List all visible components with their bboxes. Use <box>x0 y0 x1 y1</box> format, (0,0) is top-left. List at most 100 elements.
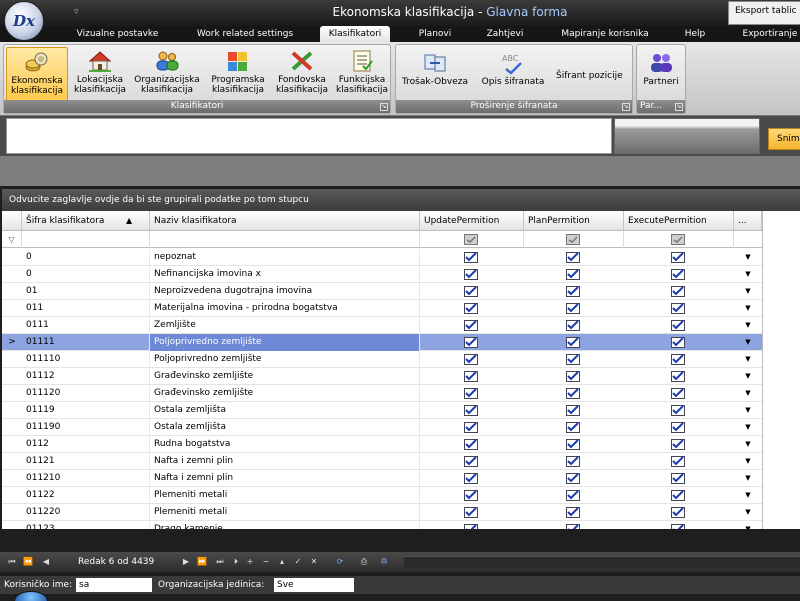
update-permission-checkbox[interactable] <box>464 422 478 433</box>
table-row[interactable]: 011 Materijalna imovina - prirodna bogats… <box>2 300 762 317</box>
plan-permission-checkbox[interactable] <box>566 490 580 501</box>
partneri-button[interactable]: Partneri <box>639 49 683 103</box>
cell-naziv[interactable]: nepoznat <box>150 249 420 266</box>
prev-record-icon[interactable]: ◀ <box>40 555 52 569</box>
lokacijska-klasifikacija-button[interactable]: Lokacijska klasifikacija <box>70 47 130 101</box>
filter-cell-sifra[interactable] <box>22 231 150 248</box>
update-permission-checkbox[interactable] <box>464 405 478 416</box>
cell-sifra[interactable]: 011 <box>22 300 150 317</box>
dialog-launcher-icon[interactable]: ↘ <box>675 103 683 111</box>
cell-naziv[interactable]: Nafta i zemni plin <box>150 453 420 470</box>
tab-help[interactable]: Help <box>675 26 715 42</box>
plan-permission-checkbox[interactable] <box>566 439 580 450</box>
row-dropdown-icon[interactable]: ▼ <box>734 487 762 504</box>
row-dropdown-icon[interactable]: ▼ <box>734 300 762 317</box>
cancel-edit-icon[interactable]: ✕ <box>308 555 320 569</box>
update-permission-checkbox[interactable] <box>464 371 478 382</box>
cell-naziv[interactable]: Zemljište <box>150 317 420 334</box>
filter-cell-naziv[interactable] <box>150 231 420 248</box>
update-permission-checkbox[interactable] <box>464 286 478 297</box>
row-dropdown-icon[interactable]: ▼ <box>734 334 762 351</box>
execute-permission-checkbox[interactable] <box>671 524 685 529</box>
cell-naziv[interactable]: Neproizvedena dugotrajna imovina <box>150 283 420 300</box>
row-indicator[interactable] <box>2 317 22 334</box>
row-indicator[interactable] <box>2 300 22 317</box>
execute-permission-checkbox[interactable] <box>671 439 685 450</box>
plan-permission-checkbox[interactable] <box>566 286 580 297</box>
table-row[interactable]: 0 Nefinancijska imovina x ▼ <box>2 266 762 283</box>
table-row[interactable]: 011220 Plemeniti metali ▼ <box>2 504 762 521</box>
row-indicator[interactable] <box>2 436 22 453</box>
end-edit-icon[interactable]: ✓ <box>292 555 304 569</box>
cell-naziv[interactable]: Građevinsko zemljište <box>150 368 420 385</box>
plan-permission-checkbox[interactable] <box>566 405 580 416</box>
tab-zahtjevi[interactable]: Zahtjevi <box>475 26 535 42</box>
next-page-icon[interactable]: ⏩ <box>196 555 208 569</box>
update-permission-checkbox[interactable] <box>464 354 478 365</box>
table-row[interactable]: 01123 Drago kamenje ▼ <box>2 521 762 529</box>
row-dropdown-icon[interactable]: ▼ <box>734 521 762 529</box>
table-row[interactable]: 01121 Nafta i zemni plin ▼ <box>2 453 762 470</box>
plan-permission-checkbox[interactable] <box>566 422 580 433</box>
trosak-obveza-button[interactable]: Trošak-Obveza <box>398 49 472 103</box>
filter-cell-update[interactable] <box>420 231 524 248</box>
plan-permission-checkbox[interactable] <box>566 524 580 529</box>
cell-sifra[interactable]: 0 <box>22 249 150 266</box>
cell-sifra[interactable]: 01123 <box>22 521 150 529</box>
row-dropdown-icon[interactable]: ▼ <box>734 419 762 436</box>
app-menu-orb[interactable]: Dx <box>4 1 44 41</box>
header-execute-permition[interactable]: ExecutePermition <box>624 211 734 231</box>
row-indicator[interactable] <box>2 453 22 470</box>
execute-permission-checkbox[interactable] <box>671 405 685 416</box>
opis-sifranata-button[interactable]: ABC Opis šifranata <box>476 49 550 103</box>
execute-permission-checkbox[interactable] <box>671 473 685 484</box>
header-more[interactable]: ... <box>734 211 762 231</box>
sifrant-pozicije-button[interactable]: Šifrant pozicije <box>556 71 623 81</box>
row-indicator[interactable] <box>2 368 22 385</box>
header-naziv-klasifikatora[interactable]: Naziv klasifikatora <box>150 211 420 231</box>
execute-permission-checkbox[interactable] <box>671 371 685 382</box>
refresh-icon[interactable]: ⟳ <box>334 555 346 569</box>
table-row[interactable]: 01112 Građevinsko zemljište ▼ <box>2 368 762 385</box>
row-indicator[interactable] <box>2 402 22 419</box>
cell-naziv[interactable]: Rudna bogatstva <box>150 436 420 453</box>
plan-permission-checkbox[interactable] <box>566 456 580 467</box>
row-indicator[interactable] <box>2 419 22 436</box>
cell-sifra[interactable]: 01112 <box>22 368 150 385</box>
tab-vizualne-postavke[interactable]: Vizualne postavke <box>60 26 175 42</box>
plan-permission-checkbox[interactable] <box>566 303 580 314</box>
row-dropdown-icon[interactable]: ▼ <box>734 351 762 368</box>
table-row[interactable]: 01122 Plemeniti metali ▼ <box>2 487 762 504</box>
table-row[interactable]: 011110 Poljoprivredno zemljište ▼ <box>2 351 762 368</box>
update-permission-checkbox[interactable] <box>464 388 478 399</box>
table-row[interactable]: 0112 Rudna bogatstva ▼ <box>2 436 762 453</box>
update-permission-checkbox[interactable] <box>464 269 478 280</box>
table-row[interactable]: 0111 Zemljište ▼ <box>2 317 762 334</box>
plan-permission-checkbox[interactable] <box>566 337 580 348</box>
delete-record-icon[interactable]: − <box>260 555 272 569</box>
cell-naziv[interactable]: Ostala zemljišta <box>150 419 420 436</box>
row-dropdown-icon[interactable]: ▼ <box>734 368 762 385</box>
cell-naziv[interactable]: Poljoprivredno zemljište <box>150 334 420 351</box>
update-permission-checkbox[interactable] <box>464 303 478 314</box>
cell-sifra[interactable]: 01121 <box>22 453 150 470</box>
header-update-permition[interactable]: UpdatePermition <box>420 211 524 231</box>
cell-naziv[interactable]: Nafta i zemni plin <box>150 470 420 487</box>
filter-icon[interactable]: ▽ <box>2 231 22 248</box>
row-indicator[interactable] <box>2 521 22 529</box>
row-indicator[interactable] <box>2 470 22 487</box>
horizontal-scrollbar[interactable] <box>404 556 800 568</box>
programska-klasifikacija-button[interactable]: Programska klasifikacija <box>206 47 270 101</box>
tab-klasifikatori[interactable]: Klasifikatori <box>320 26 390 42</box>
cell-sifra[interactable]: 011210 <box>22 470 150 487</box>
print-icon[interactable]: ⎙ <box>358 555 370 569</box>
table-row[interactable]: 0 nepoznat ▼ <box>2 249 762 266</box>
dialog-launcher-icon[interactable]: ↘ <box>380 103 388 111</box>
ekonomska-klasifikacija-button[interactable]: Ekonomska klasifikacija <box>6 47 68 101</box>
row-dropdown-icon[interactable]: ▼ <box>734 249 762 266</box>
update-permission-checkbox[interactable] <box>464 507 478 518</box>
table-row[interactable]: >01111 Poljoprivredno zemljište ▼ <box>2 334 762 351</box>
table-row[interactable]: 011190 Ostala zemljišta ▼ <box>2 419 762 436</box>
plan-permission-checkbox[interactable] <box>566 507 580 518</box>
table-row[interactable]: 011210 Nafta i zemni plin ▼ <box>2 470 762 487</box>
